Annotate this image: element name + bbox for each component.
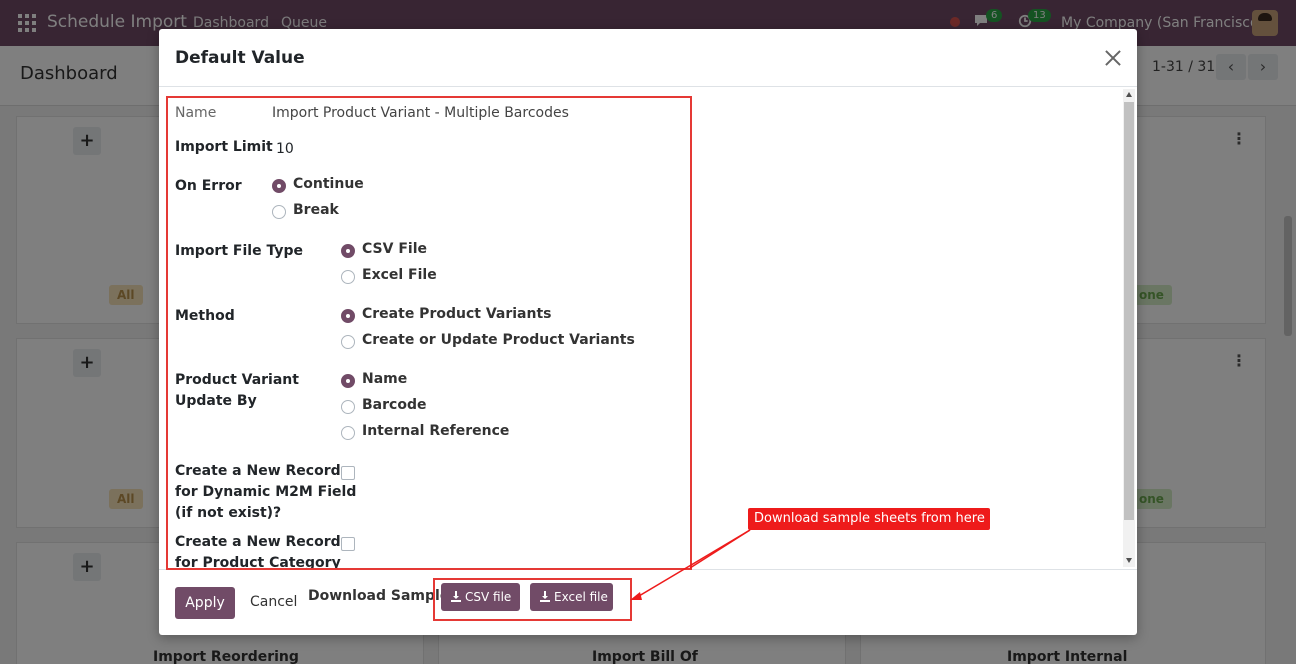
scroll-up-icon[interactable] — [1126, 92, 1132, 97]
radio-unchecked-icon — [341, 335, 355, 349]
dialog-body: Name Import Product Variant - Multiple B… — [159, 87, 1137, 569]
file-type-label: Import File Type — [175, 243, 303, 259]
download-sample-label: Download Sample: — [308, 588, 455, 604]
button-label: CSV file — [465, 590, 512, 604]
name-field[interactable]: Import Product Variant - Multiple Barcod… — [272, 105, 569, 121]
label-line: Create a New Record — [175, 534, 341, 550]
radio-checked-icon — [341, 244, 355, 258]
radio-unchecked-icon — [341, 400, 355, 414]
radio-label: Break — [293, 202, 339, 218]
label-line: Create a New Record — [175, 463, 341, 479]
cancel-button[interactable]: Cancel — [250, 594, 297, 610]
dialog-scrollbar[interactable] — [1123, 89, 1135, 567]
create-category-checkbox[interactable] — [341, 537, 355, 551]
import-limit-field[interactable]: 10 — [276, 141, 294, 157]
csv-file-button[interactable]: CSV file — [441, 583, 520, 611]
radio-label: Internal Reference — [362, 423, 510, 439]
radio-checked-icon — [272, 179, 286, 193]
close-icon[interactable] — [1103, 48, 1123, 68]
download-icon — [540, 591, 550, 602]
scroll-thumb[interactable] — [1124, 102, 1134, 520]
label-line: Product Variant — [175, 372, 299, 388]
annotation-callout: Download sample sheets from here — [748, 508, 990, 530]
radio-label: Excel File — [362, 267, 437, 283]
excel-file-button[interactable]: Excel file — [530, 583, 613, 611]
create-category-label: Create a New Record for Product Category — [175, 532, 341, 569]
radio-unchecked-icon — [272, 205, 286, 219]
radio-label: Create or Update Product Variants — [362, 332, 635, 348]
create-m2m-checkbox[interactable] — [341, 466, 355, 480]
radio-label: Create Product Variants — [362, 306, 552, 322]
radio-label: Continue — [293, 176, 364, 192]
create-m2m-label: Create a New Record for Dynamic M2M Fiel… — [175, 461, 356, 524]
radio-label: Barcode — [362, 397, 427, 413]
apply-button[interactable]: Apply — [175, 587, 235, 619]
radio-unchecked-icon — [341, 426, 355, 440]
label-line: for Dynamic M2M Field — [175, 484, 357, 500]
label-line: Update By — [175, 393, 257, 409]
method-label: Method — [175, 308, 235, 324]
radio-unchecked-icon — [341, 270, 355, 284]
radio-label: CSV File — [362, 241, 427, 257]
scroll-down-icon[interactable] — [1126, 558, 1132, 563]
dialog-header: Default Value — [159, 29, 1137, 87]
button-label: Excel file — [554, 590, 608, 604]
dialog-footer: Apply Cancel Download Sample: CSV file E… — [159, 569, 1137, 635]
label-line: for Product Category — [175, 555, 341, 569]
default-value-dialog: Default Value Name Import Product Varian… — [159, 29, 1137, 635]
on-error-label: On Error — [175, 178, 242, 194]
update-by-label: Product Variant Update By — [175, 370, 299, 412]
radio-checked-icon — [341, 309, 355, 323]
label-line: (if not exist)? — [175, 505, 282, 521]
radio-label: Name — [362, 371, 408, 387]
download-icon — [451, 591, 461, 602]
import-limit-label: Import Limit — [175, 139, 273, 155]
dialog-title: Default Value — [175, 48, 305, 68]
name-label: Name — [175, 105, 217, 121]
radio-checked-icon — [341, 374, 355, 388]
